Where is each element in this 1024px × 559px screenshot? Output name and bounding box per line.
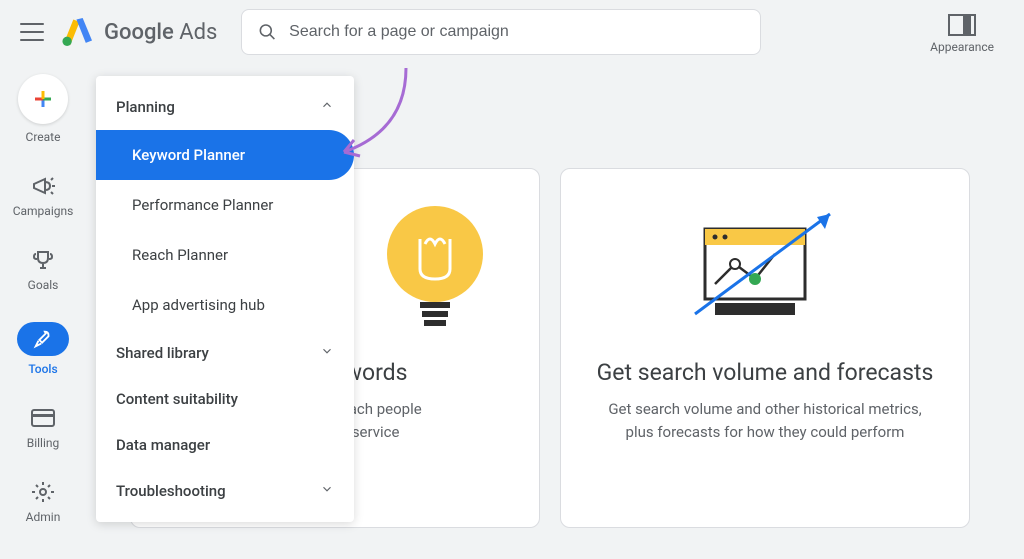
rail-tools[interactable]: Tools — [17, 322, 69, 376]
menu-icon[interactable] — [20, 20, 44, 44]
flyout-shared-library[interactable]: Shared library — [96, 330, 354, 376]
flyout-reach-planner[interactable]: Reach Planner — [96, 230, 354, 280]
top-header: Google Ads Appearance — [0, 0, 1024, 64]
appearance-label: Appearance — [930, 40, 994, 54]
flyout-keyword-planner[interactable]: Keyword Planner — [96, 130, 354, 180]
create-button[interactable]: Create — [18, 74, 68, 144]
rail-admin[interactable]: Admin — [26, 480, 61, 524]
brand-text: Google Ads — [104, 20, 217, 45]
flyout-troubleshooting[interactable]: Troubleshooting — [96, 468, 354, 514]
tools-icon — [17, 322, 69, 356]
appearance-toggle[interactable]: Appearance — [930, 14, 994, 54]
gear-icon — [31, 480, 55, 504]
card-title: Get search volume and forecasts — [597, 359, 934, 386]
chevron-down-icon — [320, 482, 334, 500]
data-manager-label: Data manager — [116, 436, 210, 454]
card-icon — [31, 406, 55, 430]
shared-library-label: Shared library — [116, 344, 209, 362]
flyout-performance-planner[interactable]: Performance Planner — [96, 180, 354, 230]
appearance-icon — [948, 14, 976, 36]
brand-logo[interactable]: Google Ads — [62, 18, 217, 46]
content-suitability-label: Content suitability — [116, 390, 238, 408]
tools-flyout: Planning Keyword Planner Performance Pla… — [96, 76, 354, 522]
planning-label: Planning — [116, 98, 175, 116]
left-rail: Create Campaigns Goals Tools Billing Adm… — [0, 74, 86, 524]
campaigns-label: Campaigns — [13, 204, 74, 218]
goals-label: Goals — [28, 278, 59, 292]
create-label: Create — [26, 130, 61, 144]
flyout-content-suitability[interactable]: Content suitability — [96, 376, 354, 422]
tools-label: Tools — [28, 362, 57, 376]
rail-billing[interactable]: Billing — [27, 406, 60, 450]
rail-goals[interactable]: Goals — [28, 248, 59, 292]
google-ads-logo-icon — [62, 18, 94, 46]
rail-campaigns[interactable]: Campaigns — [13, 174, 74, 218]
billing-label: Billing — [27, 436, 60, 450]
troubleshooting-label: Troubleshooting — [116, 482, 226, 500]
megaphone-icon — [31, 174, 55, 198]
forecasts-card[interactable]: Get search volume and forecasts Get sear… — [560, 168, 970, 528]
chevron-down-icon — [320, 344, 334, 362]
search-bar[interactable] — [241, 9, 761, 55]
chevron-up-icon — [320, 98, 334, 116]
plus-icon — [18, 74, 68, 124]
flyout-planning[interactable]: Planning — [96, 84, 354, 130]
search-input[interactable] — [289, 23, 744, 41]
search-icon — [258, 22, 277, 42]
trophy-icon — [31, 248, 55, 272]
lightbulb-illustration — [380, 199, 490, 339]
flyout-app-hub[interactable]: App advertising hub — [96, 280, 354, 330]
admin-label: Admin — [26, 510, 61, 524]
flyout-data-manager[interactable]: Data manager — [96, 422, 354, 468]
chart-illustration — [675, 199, 855, 339]
card-desc: Get search volume and other historical m… — [608, 398, 921, 443]
